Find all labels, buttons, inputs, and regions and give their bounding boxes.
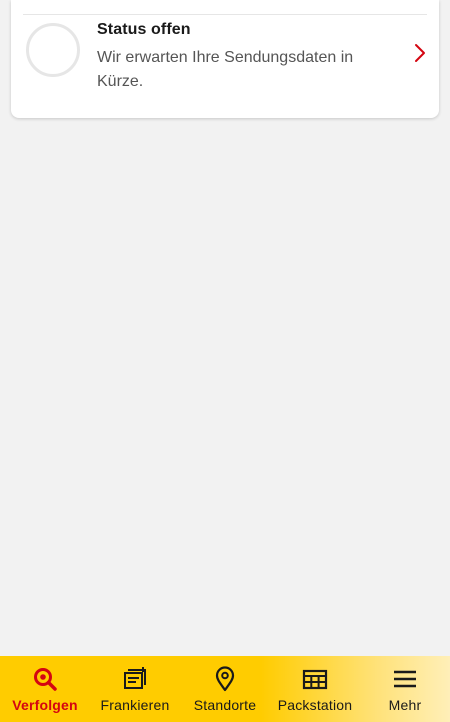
shipment-card: Status offen Wir erwarten Ihre Sendungsd… <box>11 0 439 118</box>
stamp-icon <box>124 667 146 689</box>
tab-label: Standorte <box>193 697 257 713</box>
tab-label: Frankieren <box>100 697 170 713</box>
menu-icon <box>394 670 416 688</box>
tab-frankieren[interactable]: Frankieren <box>90 656 180 722</box>
tab-label: Mehr <box>388 697 422 713</box>
bottom-tab-bar: Verfolgen Frankieren Standorte Packstati… <box>0 656 450 722</box>
packstation-icon <box>302 669 328 690</box>
tab-verfolgen[interactable]: Verfolgen <box>0 656 90 722</box>
status-title: Status offen <box>97 21 191 38</box>
status-row[interactable]: Status offen Wir erwarten Ihre Sendungsd… <box>11 15 439 115</box>
tab-packstation[interactable]: Packstation <box>270 656 360 722</box>
tab-mehr[interactable]: Mehr <box>360 656 450 722</box>
status-description: Wir erwarten Ihre Sendungsdaten in Kürze… <box>97 49 354 90</box>
status-progress-ring-icon <box>26 23 80 77</box>
chevron-right-icon[interactable] <box>413 43 427 63</box>
search-icon <box>34 668 57 691</box>
tab-label: Verfolgen <box>12 697 78 713</box>
tab-standorte[interactable]: Standorte <box>180 656 270 722</box>
tab-label: Packstation <box>277 697 353 713</box>
location-pin-icon <box>215 666 235 692</box>
